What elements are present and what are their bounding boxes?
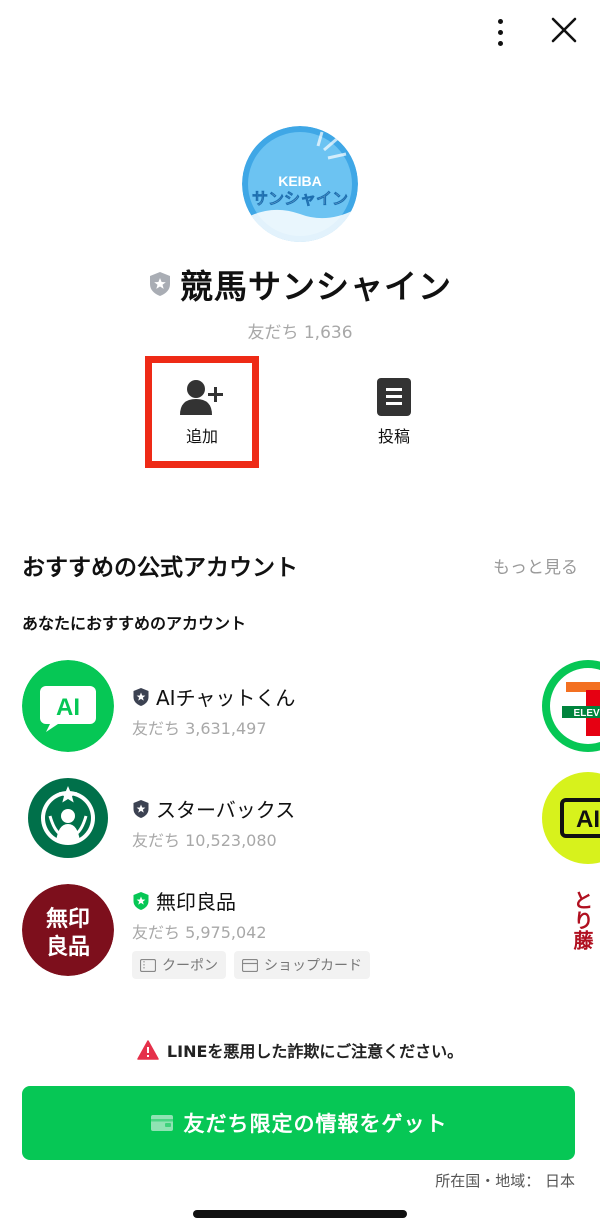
get-info-button[interactable]: 友だち限定の情報をゲット bbox=[22, 1086, 575, 1160]
coupon-label: クーポン bbox=[162, 958, 218, 974]
seven-logo-text: ELEVI bbox=[574, 708, 600, 719]
profile-header: KEIBA サンシャイン 競馬サンシャイン 友だち 1,636 bbox=[0, 126, 600, 343]
account-avatar[interactable]: KEIBA サンシャイン bbox=[242, 126, 358, 242]
ai-chat-name: AIチャットくん bbox=[156, 686, 296, 710]
ai-chat-logo: AI bbox=[22, 660, 114, 752]
ai-chat-info: AIチャットくん 友だち 3,631,497 bbox=[132, 682, 532, 739]
post-icon bbox=[377, 378, 411, 416]
post-label: 投稿 bbox=[377, 427, 410, 446]
post-button[interactable]: 投稿 bbox=[340, 356, 448, 468]
add-friend-label: 追加 bbox=[185, 427, 218, 446]
ai-logo-text: AI bbox=[56, 694, 80, 721]
wallet-icon bbox=[150, 1115, 173, 1131]
kebab-menu-icon[interactable] bbox=[488, 14, 512, 50]
muji-friends: 友だち 5,975,042 bbox=[132, 923, 267, 942]
list-item-starbucks[interactable]: スターバックス 友だち 10,523,080 bbox=[22, 772, 522, 864]
friend-count: 友だち 1,636 bbox=[247, 323, 353, 343]
ai-chat-friends: 友だち 3,631,497 bbox=[132, 719, 267, 738]
ai-yellow-logo-text: AI bbox=[576, 806, 600, 833]
coupon-tag[interactable]: クーポン bbox=[132, 951, 226, 979]
muji-name: 無印良品 bbox=[156, 890, 236, 914]
add-friend-button[interactable]: 追加 bbox=[145, 356, 259, 468]
muji-logo: 無印 良品 bbox=[22, 884, 114, 976]
warning-text: LINEを悪用した詐欺にご注意ください。 bbox=[166, 1042, 464, 1061]
warning-icon bbox=[137, 1040, 159, 1060]
toritou-logo-text: とり藤 bbox=[570, 890, 594, 950]
muji-info: 無印良品 友だち 5,975,042 クーポン ショップカード bbox=[132, 886, 532, 979]
recommend-title: おすすめの公式アカウント bbox=[22, 555, 298, 581]
starbucks-logo bbox=[22, 772, 114, 864]
account-name: 競馬サンシャイン bbox=[180, 267, 452, 306]
starbucks-name: スターバックス bbox=[156, 798, 296, 822]
official-badge-icon bbox=[133, 687, 149, 706]
shop-card-icon bbox=[242, 958, 258, 972]
list-item-ai-chat[interactable]: AI AIチャットくん 友だち 3,631,497 bbox=[22, 660, 522, 752]
action-row: 追加 投稿 bbox=[0, 356, 600, 468]
top-bar bbox=[0, 0, 600, 64]
ai-chat-name-row: AIチャットくん bbox=[132, 682, 532, 711]
recommend-subtitle: あなたにおすすめのアカウント bbox=[22, 614, 247, 633]
avatar-text-top: KEIBA bbox=[278, 173, 322, 189]
starbucks-friends: 友だち 10,523,080 bbox=[132, 831, 277, 850]
avatar-text-main: サンシャイン bbox=[252, 189, 348, 208]
coupon-icon bbox=[140, 958, 156, 972]
starbucks-info: スターバックス 友だち 10,523,080 bbox=[132, 794, 532, 851]
ai-yellow-logo[interactable]: AI bbox=[542, 772, 600, 864]
starbucks-name-row: スターバックス bbox=[132, 794, 532, 823]
seven-eleven-logo[interactable]: ELEVI bbox=[542, 660, 600, 752]
home-indicator[interactable] bbox=[193, 1210, 407, 1218]
muji-name-row: 無印良品 bbox=[132, 886, 532, 915]
scam-warning: LINEを悪用した詐欺にご注意ください。 bbox=[0, 1038, 600, 1062]
region-text: 所在国・地域： 日本 bbox=[435, 1172, 575, 1190]
official-badge-icon bbox=[133, 799, 149, 818]
shop-card-label: ショップカード bbox=[264, 958, 362, 974]
get-info-label: 友だち限定の情報をゲット bbox=[183, 1112, 448, 1136]
list-item-muji[interactable]: 無印 良品 無印良品 友だち 5,975,042 クーポン ショップカード bbox=[22, 884, 522, 984]
see-more-link[interactable]: もっと見る bbox=[493, 553, 578, 578]
recommend-header: おすすめの公式アカウント もっと見る bbox=[22, 548, 578, 582]
toritou-logo[interactable]: とり藤 bbox=[568, 890, 600, 970]
muji-tags: クーポン ショップカード bbox=[132, 951, 532, 979]
muji-logo-line2: 良品 bbox=[46, 934, 90, 960]
shop-card-tag[interactable]: ショップカード bbox=[234, 951, 370, 979]
muji-logo-line1: 無印 bbox=[46, 906, 90, 932]
close-icon[interactable] bbox=[546, 12, 582, 48]
verified-badge-icon bbox=[133, 891, 149, 910]
add-friend-icon bbox=[180, 380, 223, 415]
account-name-row: 競馬サンシャイン bbox=[0, 260, 600, 308]
official-badge-icon bbox=[150, 272, 170, 296]
